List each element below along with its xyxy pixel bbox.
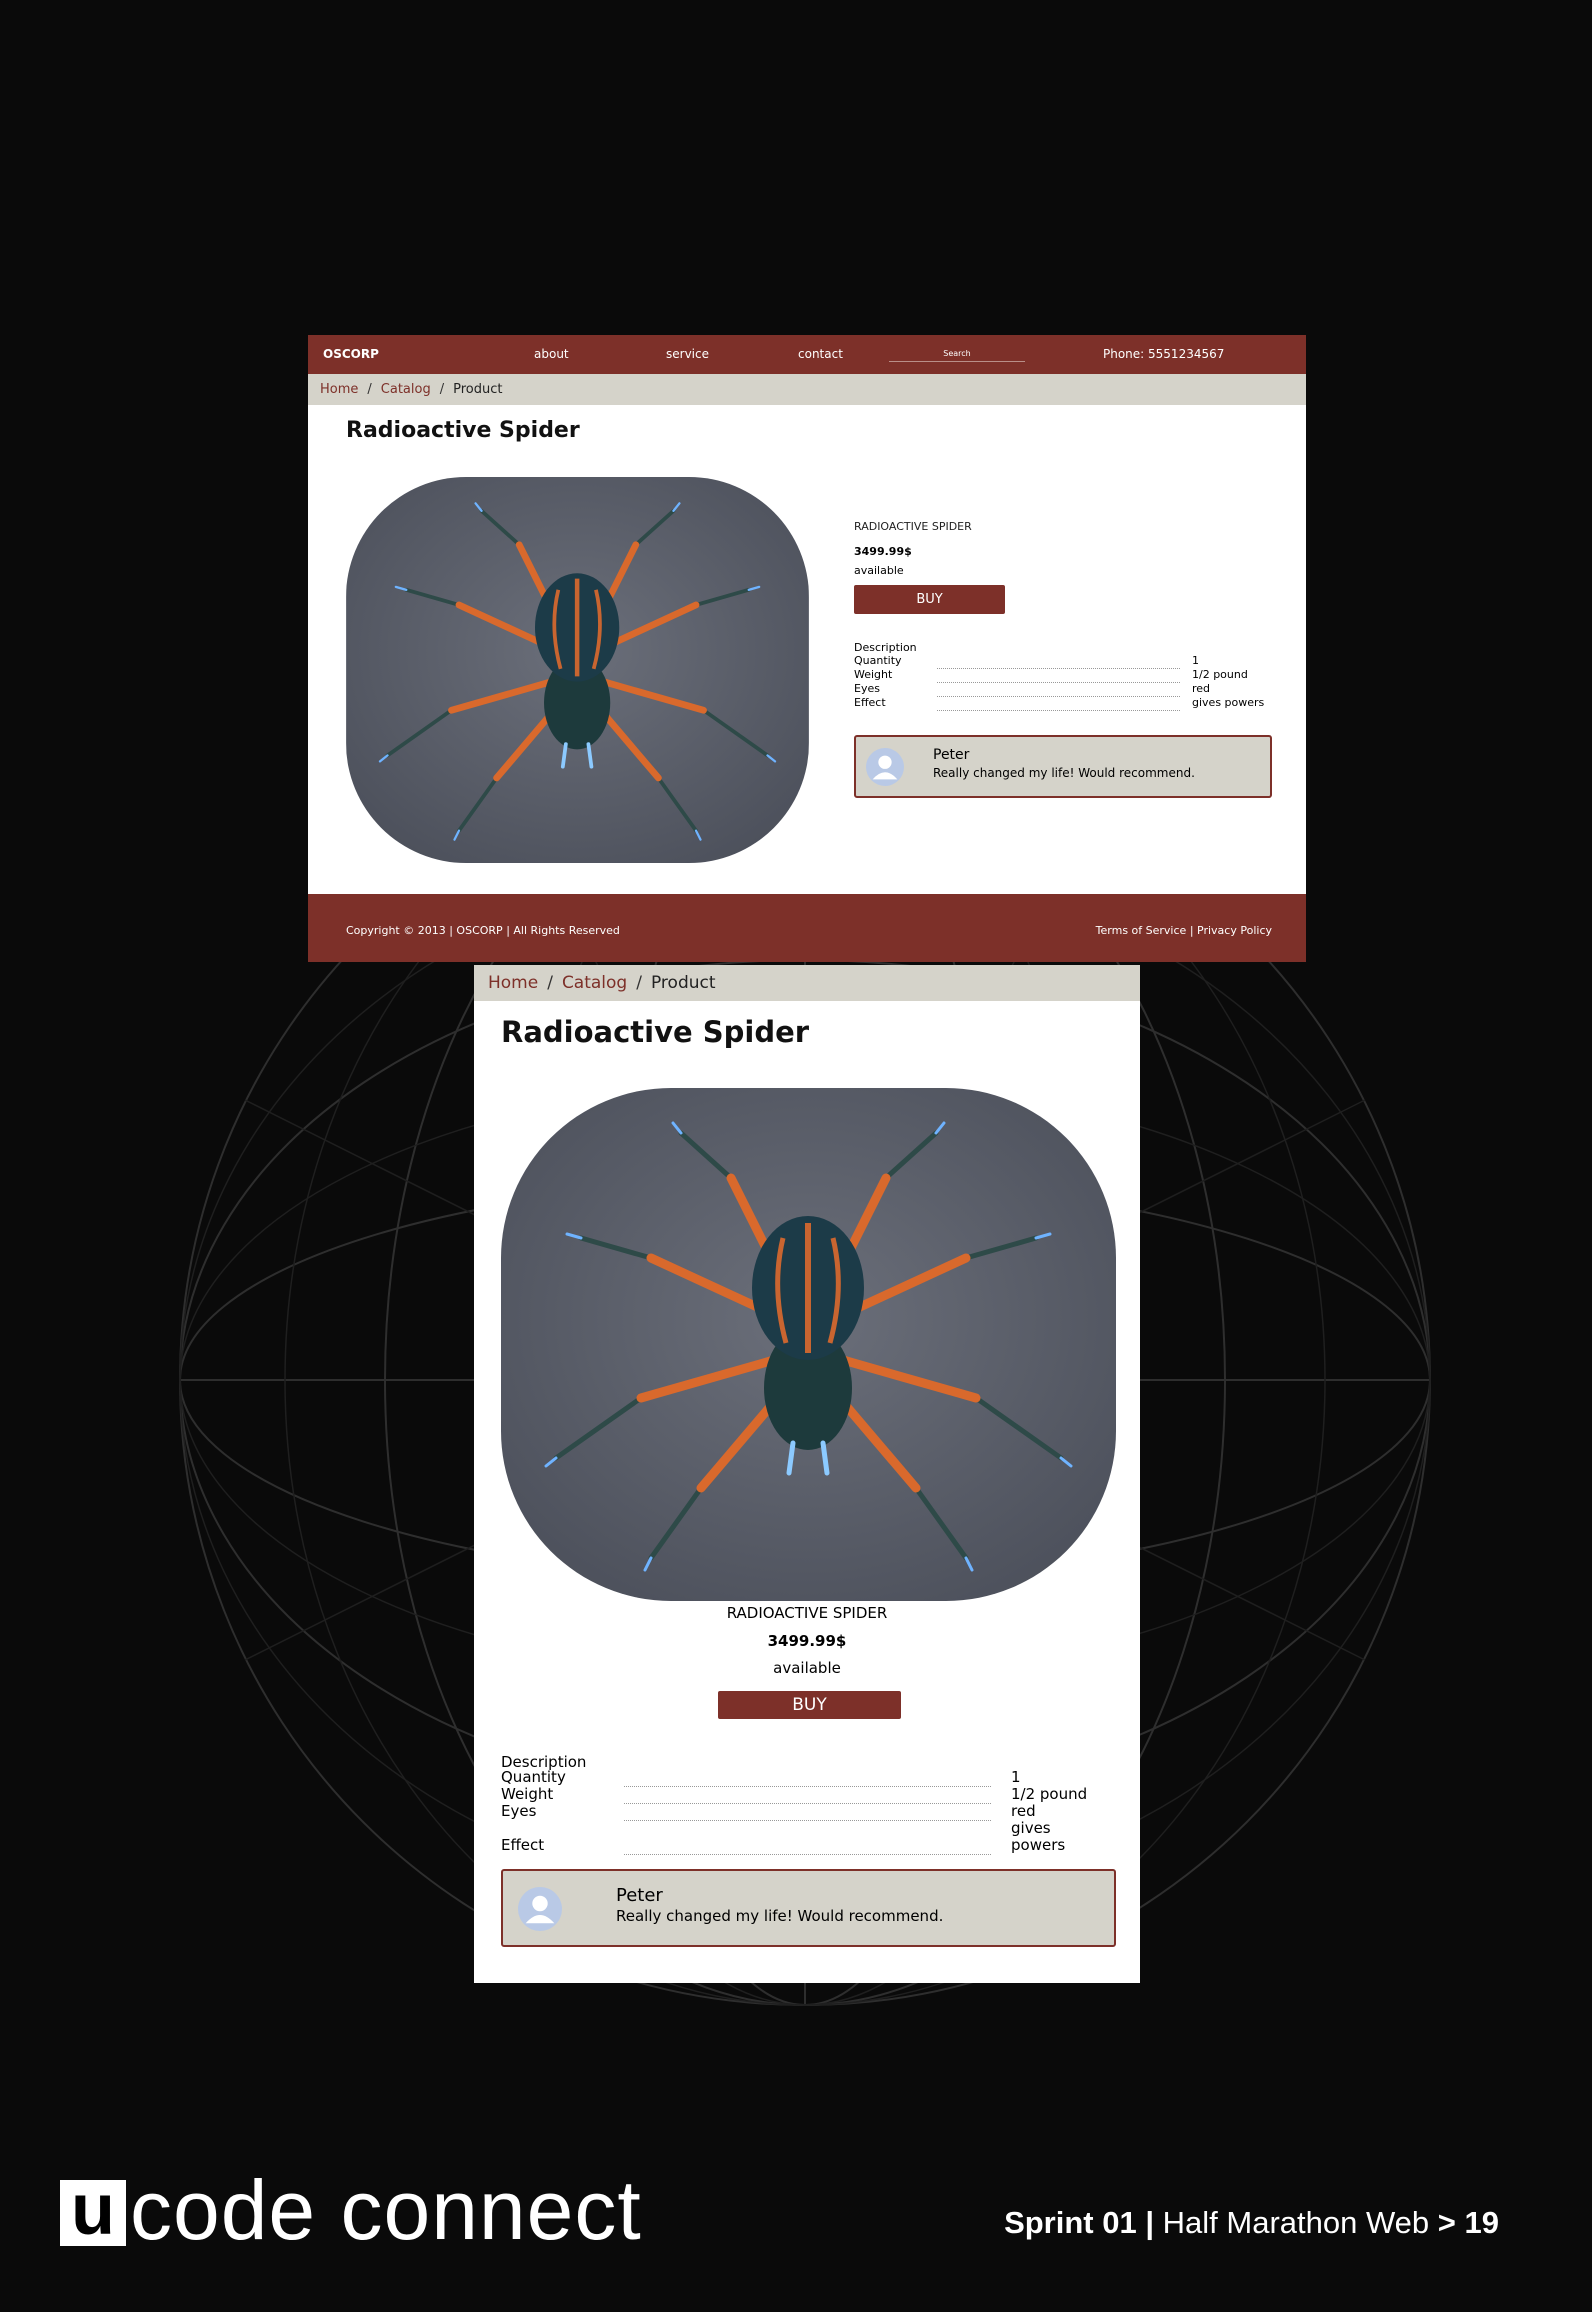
desktop-mockup: OSCORP about service contact Phone: 5551… [308, 335, 1306, 962]
review-card: Peter Really changed my life! Would reco… [501, 1869, 1116, 1947]
breadcrumb-catalog[interactable]: Catalog [562, 973, 627, 993]
spec-key: Eyes [501, 1802, 537, 1820]
nav-link-about[interactable]: about [534, 347, 569, 361]
product-availability: available [854, 564, 904, 577]
breadcrumb-separator: / [367, 382, 372, 397]
footer-links: Terms of Service | Privacy Policy [1096, 924, 1272, 937]
breadcrumb-current: Product [650, 973, 716, 993]
sprint-separator: | [1145, 2205, 1155, 2240]
site-footer: Copyright © 2013 | OSCORP | All Rights R… [308, 894, 1306, 962]
spec-row: Weight 1/2 pound [501, 1785, 1107, 1804]
spec-row: Quantity 1 [854, 654, 1272, 669]
spec-dots [624, 1820, 991, 1855]
breadcrumb-separator: / [636, 973, 642, 993]
spider-image [346, 477, 809, 863]
top-navbar: OSCORP about service contact Phone: 5551… [308, 335, 1306, 374]
copyright-text: Copyright © 2013 | OSCORP | All Rights R… [346, 924, 620, 937]
page-title: Radioactive Spider [501, 1015, 810, 1049]
spider-image [501, 1088, 1116, 1601]
logo-letter-box: u [60, 2174, 126, 2246]
spec-dots [937, 668, 1180, 683]
breadcrumb-catalog[interactable]: Catalog [381, 382, 431, 397]
page-title: Radioactive Spider [346, 418, 580, 443]
footer-separator: | [1189, 924, 1194, 937]
spec-key: Weight [501, 1785, 554, 1803]
user-avatar-icon [866, 747, 904, 786]
spec-value: gives powers [1192, 696, 1265, 709]
spec-key: Eyes [854, 682, 880, 695]
nav-link-service[interactable]: service [666, 347, 709, 361]
description-label: Description [854, 641, 917, 654]
phone-number: Phone: 5551234567 [1103, 347, 1225, 361]
sprint-number: Sprint 01 [1004, 2205, 1137, 2240]
page-arrow: > [1437, 2205, 1456, 2240]
spec-row: Eyes red [501, 1802, 1107, 1821]
reviewer-name: Peter [933, 746, 970, 763]
breadcrumb-home[interactable]: Home [488, 973, 538, 993]
spec-row: Eyes red [854, 682, 1272, 697]
spec-key: Effect [854, 696, 886, 709]
ucode-connect-logo: u code connect [60, 2168, 642, 2252]
product-image [501, 1088, 1116, 1601]
specs-table: Quantity 1 Weight 1/2 pound Eyes red Effect… [501, 1769, 1107, 1855]
spec-dots [624, 1786, 991, 1804]
spec-dots [937, 682, 1180, 697]
breadcrumb-home[interactable]: Home [320, 382, 358, 397]
spec-dots [937, 654, 1180, 669]
spec-row: Effect gives powers [501, 1819, 1107, 1855]
spec-row: Quantity 1 [501, 1768, 1107, 1787]
product-name: RADIOACTIVE SPIDER [854, 520, 972, 533]
user-avatar-icon [518, 1887, 562, 1931]
sprint-caption: Sprint 01 | Half Marathon Web > 19 [1004, 2205, 1499, 2241]
spec-key: Quantity [854, 654, 902, 667]
spec-key: Effect [501, 1836, 545, 1854]
spec-value: red [1011, 1802, 1036, 1820]
spec-dots [624, 1769, 991, 1787]
product-price: 3499.99$ [854, 545, 912, 558]
logo-wordmark: code connect [130, 2163, 642, 2257]
review-text: Really changed my life! Would recommend. [616, 1907, 944, 1925]
spec-value: gives powers [1011, 1819, 1066, 1854]
terms-link[interactable]: Terms of Service [1096, 924, 1187, 937]
breadcrumb: Home / Catalog / Product [308, 374, 1306, 405]
spec-key: Weight [854, 668, 893, 681]
breadcrumb-separator: / [547, 973, 553, 993]
spec-value: red [1192, 682, 1211, 695]
spec-value: 1/2 pound [1192, 668, 1248, 681]
reviewer-name: Peter [616, 1885, 663, 1906]
spec-dots [624, 1803, 991, 1821]
page-number: 19 [1464, 2205, 1499, 2240]
spec-dots [937, 696, 1180, 711]
review-text: Really changed my life! Would recommend. [933, 765, 1195, 780]
search-input[interactable] [889, 345, 1025, 362]
review-card: Peter Really changed my life! Would reco… [854, 734, 1272, 798]
product-price: 3499.99$ [767, 1632, 847, 1650]
privacy-link[interactable]: Privacy Policy [1197, 924, 1272, 937]
spec-row: Weight 1/2 pound [854, 668, 1272, 683]
spec-row: Effect gives powers [854, 696, 1272, 711]
mobile-mockup: Home / Catalog / Product Radioactive Spider [474, 965, 1140, 1983]
buy-button[interactable]: BUY [854, 585, 1005, 614]
spec-key: Quantity [501, 1768, 566, 1786]
breadcrumb-separator: / [439, 382, 445, 397]
buy-button[interactable]: BUY [718, 1691, 901, 1719]
spec-value: 1 [1192, 654, 1199, 667]
product-name: RADIOACTIVE SPIDER [726, 1604, 888, 1622]
specs-table: Quantity 1 Weight 1/2 pound Eyes red Effect… [854, 654, 1272, 711]
spec-value: 1 [1011, 1768, 1021, 1786]
product-availability: available [773, 1659, 841, 1677]
breadcrumb-current: Product [453, 382, 503, 397]
site-logo[interactable]: OSCORP [323, 347, 379, 361]
nav-link-contact[interactable]: contact [798, 347, 843, 361]
spec-value: 1/2 pound [1011, 1785, 1088, 1803]
product-image [346, 477, 809, 863]
product-info: RADIOACTIVE SPIDER 3499.99$ available BU… [854, 520, 1272, 798]
course-name: Half Marathon Web [1162, 2205, 1430, 2240]
breadcrumb: Home / Catalog / Product [474, 965, 1140, 1001]
